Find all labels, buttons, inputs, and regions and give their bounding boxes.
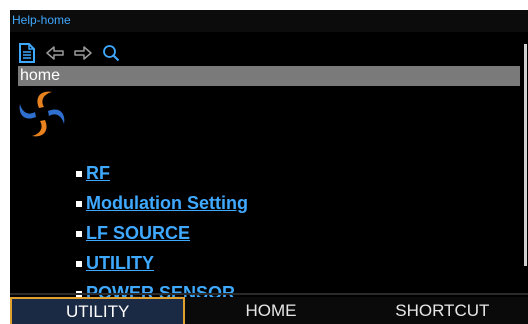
softkey-divider: [10, 293, 528, 295]
brand-logo: [16, 88, 68, 140]
bullet-icon: [76, 231, 82, 237]
softkey-bar: UTILITY HOME SHORTCUT: [10, 297, 528, 324]
contents-icon[interactable]: [16, 42, 38, 64]
topic-link-utility[interactable]: UTILITY: [86, 253, 154, 274]
forward-icon[interactable]: [72, 42, 94, 64]
topic-link-rf[interactable]: RF: [86, 163, 110, 184]
bullet-icon: [76, 201, 82, 207]
help-toolbar: [16, 42, 122, 64]
help-window: Help-home home RF Modulation Setting LF …: [10, 10, 528, 324]
vertical-scrollbar[interactable]: [524, 44, 527, 266]
address-value: home: [20, 67, 61, 84]
topic-item: LF SOURCE: [76, 218, 248, 248]
topic-item: UTILITY: [76, 248, 248, 278]
bullet-icon: [76, 261, 82, 267]
topic-item: RF: [76, 158, 248, 188]
topic-link-lf-source[interactable]: LF SOURCE: [86, 223, 190, 244]
title-bar: Help-home: [10, 10, 528, 32]
window-title: Help-home: [12, 13, 71, 27]
back-icon[interactable]: [44, 42, 66, 64]
topic-list: RF Modulation Setting LF SOURCE UTILITY …: [76, 158, 248, 308]
topic-item: Modulation Setting: [76, 188, 248, 218]
search-icon[interactable]: [100, 42, 122, 64]
softkey-shortcut[interactable]: SHORTCUT: [357, 297, 528, 324]
softkey-utility[interactable]: UTILITY: [10, 297, 186, 324]
topic-link-modulation-setting[interactable]: Modulation Setting: [86, 193, 248, 214]
address-bar[interactable]: home: [18, 66, 520, 86]
bullet-icon: [76, 171, 82, 177]
softkey-home[interactable]: HOME: [185, 297, 356, 324]
